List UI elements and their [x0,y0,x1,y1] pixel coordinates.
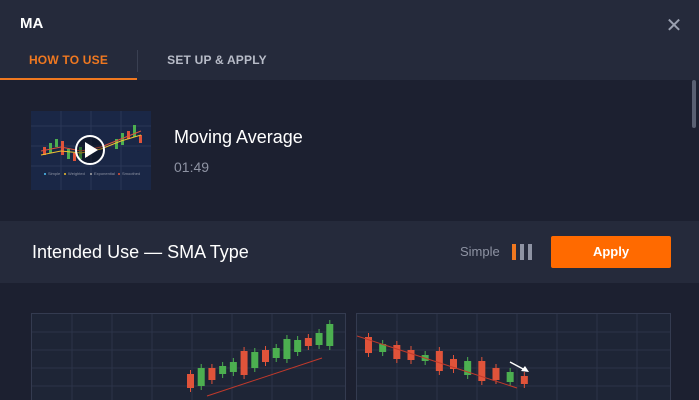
candle [478,361,486,381]
candle [219,366,227,374]
moving-average-line [206,357,323,397]
arrow-icon [509,361,529,372]
candle [315,333,323,345]
candle [283,339,291,359]
candle [251,352,259,368]
candle [272,348,280,358]
candle [240,351,248,375]
candle [407,350,415,360]
candle [304,338,312,346]
svg-text:Weighted: Weighted [68,171,85,176]
candle [187,374,194,388]
apply-button[interactable]: Apply [551,236,671,268]
scrollbar-thumb[interactable] [692,80,696,128]
video-thumbnail[interactable]: Simple Weighted Exponential Smoothed [31,111,151,190]
ma-type-label: Simple [460,244,500,259]
candle [520,376,528,384]
candle [294,340,302,352]
tab-set-up-and-apply[interactable]: SET UP & APPLY [138,42,296,80]
candle [262,350,269,362]
video-preview-chart: Simple Weighted Exponential Smoothed [31,111,151,190]
candle [326,324,334,346]
candle [492,368,500,380]
bars-icon [512,244,532,260]
svg-text:Simple: Simple [48,171,61,176]
downtrend-illustration [356,313,671,400]
uptrend-chart-svg [32,314,345,400]
downtrend-chart-svg [357,314,670,400]
candle [435,351,443,371]
intended-use-title: Intended Use — SMA Type [32,242,249,262]
candle [197,368,205,386]
candle [506,372,514,382]
svg-text:Exponential: Exponential [94,171,115,176]
tab-how-to-use[interactable]: HOW TO USE [0,42,137,80]
candle [208,368,216,380]
candle [393,345,401,359]
video-duration: 01:49 [174,159,210,175]
close-icon[interactable]: ✕ [664,16,684,36]
uptrend-illustration [31,313,346,400]
svg-text:Smoothed: Smoothed [122,171,140,176]
video-title[interactable]: Moving Average [174,127,303,148]
indicator-title: MA [20,15,44,32]
candle [229,362,237,372]
